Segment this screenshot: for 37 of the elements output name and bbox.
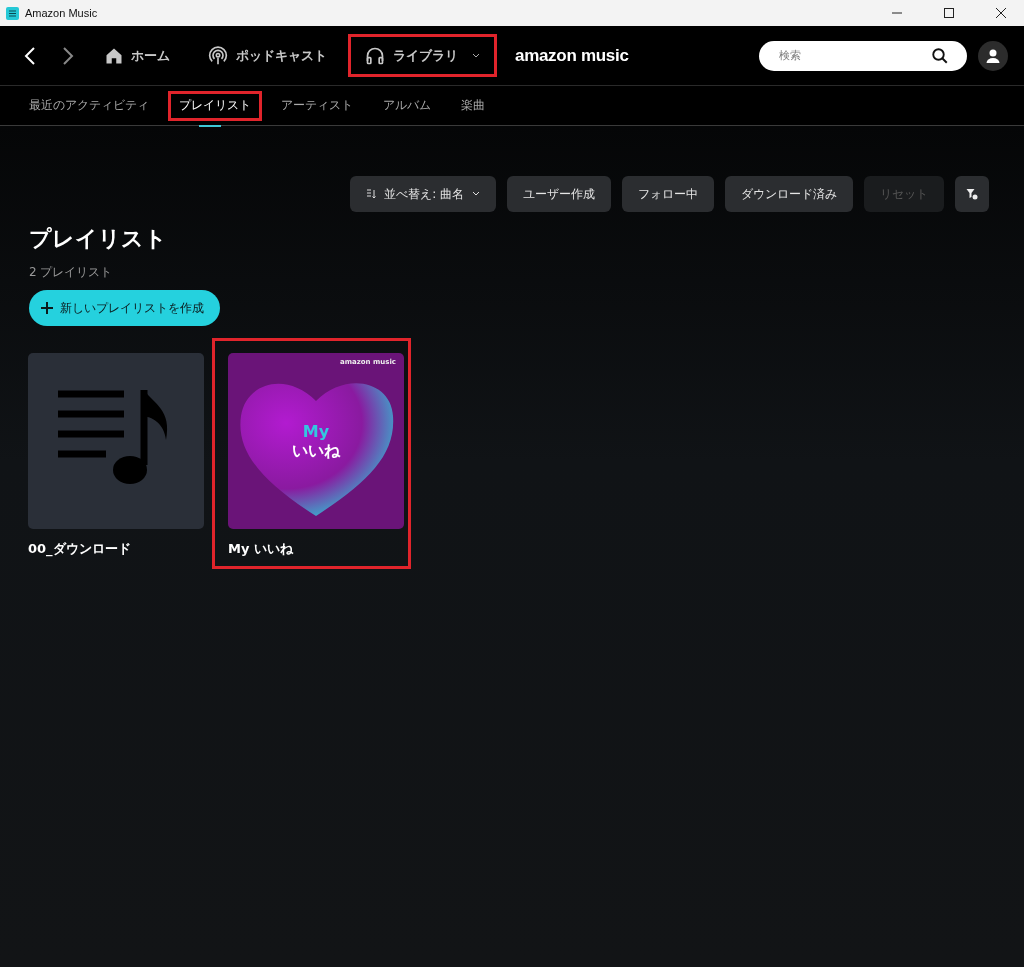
cover-text: いいね (292, 441, 340, 460)
nav-item[interactable]: ホーム (88, 34, 187, 77)
filter-chip[interactable]: ダウンロード済み (725, 176, 853, 212)
playlist-title: My いいね (228, 540, 294, 558)
search-field[interactable]: 検索 (759, 40, 967, 71)
filter-button[interactable] (955, 176, 989, 212)
home-icon (105, 46, 123, 65)
nav-item[interactable]: ライブラリ (348, 34, 497, 77)
caret-icon (472, 191, 480, 197)
plus-icon (41, 302, 53, 314)
maximize-icon[interactable] (944, 8, 954, 18)
search-icon (931, 46, 949, 65)
playlist-card[interactable]: 00_ダウンロード (12, 338, 211, 569)
create-playlist-button[interactable]: 新しいプレイリストを作成 (29, 290, 220, 326)
podcast-icon (208, 45, 228, 66)
playlist-count: 2 プレイリスト (29, 264, 114, 281)
filter-chip[interactable]: ユーザー作成 (507, 176, 611, 212)
page-heading: プレイリスト (29, 225, 168, 253)
amazon-music-logo: amazon music (515, 45, 629, 66)
filter-icon (966, 188, 978, 200)
cover-text: My (302, 422, 330, 441)
playlist-title: 00_ダウンロード (28, 540, 132, 558)
app-icon (6, 6, 19, 20)
tab-underline (199, 124, 221, 127)
window-title: Amazon Music (25, 7, 99, 19)
filter-chip[interactable]: フォロー中 (622, 176, 714, 212)
tab[interactable]: アルバム (372, 90, 442, 121)
tab[interactable]: 最近のアクティビティ (18, 90, 160, 121)
headphones-icon (365, 45, 385, 66)
caret-icon (472, 52, 480, 59)
profile-avatar[interactable] (978, 40, 1008, 71)
tab[interactable]: 楽曲 (450, 90, 496, 121)
sort-icon (366, 189, 377, 199)
nav-item[interactable]: ポッドキャスト (191, 34, 344, 77)
tab[interactable]: アーティスト (270, 90, 364, 121)
filter-chip[interactable]: 並べ替え: 曲名 (350, 176, 496, 212)
close-icon[interactable] (996, 8, 1006, 18)
